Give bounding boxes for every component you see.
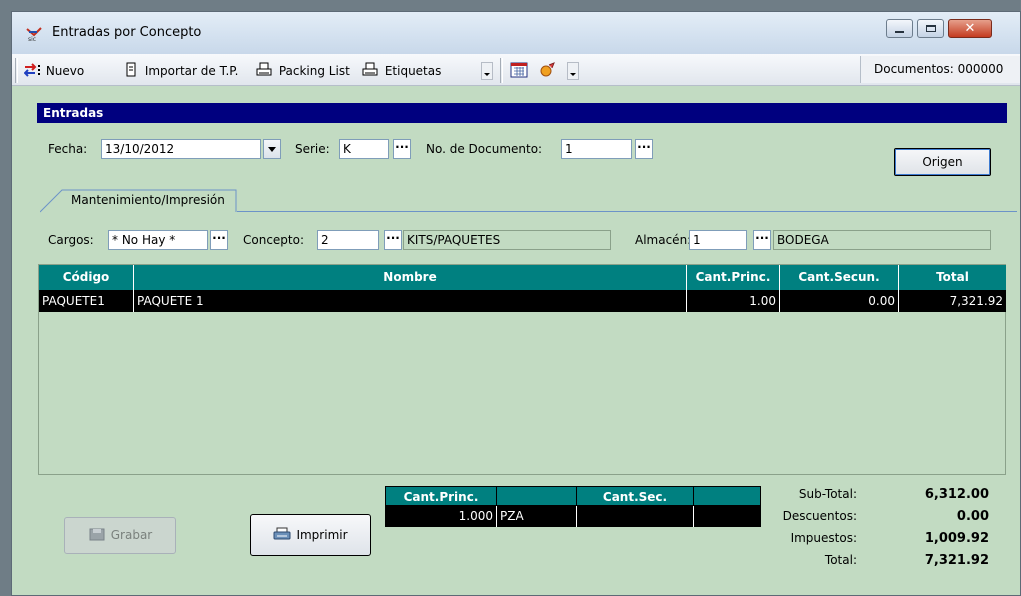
concepto-lookup-button[interactable]: ··· [384, 230, 402, 250]
minimize-icon [895, 31, 904, 33]
etiquetas-label: Etiquetas [384, 64, 442, 78]
printer-icon [273, 527, 291, 540]
serie-field[interactable]: K [339, 139, 389, 159]
fecha-dropdown-button[interactable] [263, 139, 281, 159]
nodoc-field[interactable]: 1 [561, 139, 632, 159]
fecha-label: Fecha: [48, 142, 88, 156]
column-header-codigo[interactable]: Código [39, 265, 134, 290]
cargos-lookup-button[interactable]: ··· [210, 230, 228, 250]
total-value: 7,321.92 [924, 553, 989, 568]
cell-cant-secun[interactable]: 0.00 [780, 290, 899, 312]
summary-header-unit [497, 486, 577, 506]
serie-lookup-button[interactable]: ··· [393, 139, 411, 159]
tab-mantenimiento-label: Mantenimiento/Impresión [71, 193, 225, 207]
window-title: Entradas por Concepto [52, 25, 202, 40]
cell-nombre[interactable]: PAQUETE 1 [134, 290, 687, 312]
printer-icon [362, 62, 378, 76]
importar-button[interactable]: Importar de T.P. [125, 62, 238, 80]
almacen-field[interactable]: 1 [689, 230, 747, 250]
nodoc-lookup-button[interactable]: ··· [635, 139, 653, 159]
toolbar-separator [500, 58, 503, 83]
cargos-field[interactable]: * No Hay * [108, 230, 208, 250]
tab-mantenimiento[interactable]: Mantenimiento/Impresión [40, 188, 256, 213]
app-icon: sic [25, 26, 43, 43]
subtotal-value: 6,312.00 [924, 487, 989, 502]
column-header-cant-secun[interactable]: Cant.Secun. [780, 265, 899, 290]
tools-button[interactable] [538, 62, 556, 80]
cell-codigo[interactable]: PAQUETE1 [39, 290, 134, 312]
total-label: Total: [824, 553, 857, 567]
calendar-button[interactable] [510, 62, 528, 80]
summary-cant-princ: 1.000 [385, 506, 497, 527]
grabar-label: Grabar [110, 528, 153, 542]
origen-button[interactable]: Origen [894, 148, 991, 176]
etiquetas-dropdown[interactable] [481, 62, 493, 80]
close-icon: ✕ [964, 21, 976, 36]
almacen-lookup-button[interactable]: ··· [753, 230, 771, 250]
nuevo-button[interactable]: Nuevo [23, 62, 85, 80]
packing-label: Packing List [278, 64, 350, 78]
cargos-label: Cargos: [48, 233, 94, 247]
summary-header-cant-sec: Cant.Sec. [577, 486, 694, 506]
nodoc-label: No. de Documento: [426, 142, 543, 156]
descuentos-value: 0.00 [956, 509, 989, 524]
title-bar: sic Entradas por Concepto ✕ [12, 12, 1020, 54]
almacen-label: Almacén: [635, 233, 692, 247]
cell-total[interactable]: 7,321.92 [899, 290, 1006, 312]
concepto-description: KITS/PAQUETES [403, 230, 611, 250]
concepto-field[interactable]: 2 [317, 230, 379, 250]
main-window: sic Entradas por Concepto ✕ Nuevo Import… [11, 11, 1021, 596]
impuestos-value: 1,009.92 [924, 531, 989, 546]
impuestos-label: Impuestos: [790, 531, 857, 545]
imprimir-button[interactable]: Imprimir [250, 514, 371, 556]
new-icon [23, 63, 40, 77]
toolbar: Nuevo Importar de T.P. Packing List Etiq… [12, 54, 1020, 86]
document-icon [126, 62, 136, 77]
documentos-counter: Documentos: 000000 [860, 56, 1020, 83]
concepto-label: Concepto: [243, 233, 305, 247]
cell-cant-princ[interactable]: 1.00 [687, 290, 780, 312]
serie-label: Serie: [295, 142, 330, 156]
minimize-button[interactable] [886, 19, 913, 38]
importar-label: Importar de T.P. [144, 64, 239, 78]
grabar-button[interactable]: Grabar [64, 517, 176, 554]
summary-header-cant-princ: Cant.Princ. [385, 486, 497, 506]
almacen-description: BODEGA [773, 230, 991, 250]
save-icon [89, 528, 105, 541]
maximize-icon [926, 25, 936, 32]
fecha-field[interactable]: 13/10/2012 [101, 139, 261, 159]
tools-dropdown[interactable] [567, 62, 579, 80]
printer-icon [256, 62, 272, 76]
nuevo-label: Nuevo [45, 64, 85, 78]
column-header-cant-princ[interactable]: Cant.Princ. [687, 265, 780, 290]
maximize-button[interactable] [917, 19, 944, 38]
subtotal-label: Sub-Total: [798, 487, 857, 501]
descuentos-label: Descuentos: [782, 509, 857, 523]
imprimir-label: Imprimir [296, 528, 348, 542]
section-header: Entradas [37, 103, 1007, 123]
calendar-icon [510, 62, 528, 78]
close-button[interactable]: ✕ [948, 19, 992, 38]
etiquetas-button[interactable]: Etiquetas [362, 62, 441, 80]
items-grid[interactable]: Código Nombre Cant.Princ. Cant.Secun. To… [38, 264, 1006, 475]
summary-unit: PZA [497, 506, 577, 527]
tab-divider [237, 211, 1017, 212]
toolbar-grip [15, 58, 18, 83]
tools-icon [540, 62, 555, 77]
svg-text:sic: sic [28, 36, 36, 42]
column-header-total[interactable]: Total [899, 265, 1006, 290]
packing-list-button[interactable]: Packing List [256, 62, 350, 80]
column-header-nombre[interactable]: Nombre [134, 265, 687, 290]
summary-cant-sec [577, 506, 694, 527]
